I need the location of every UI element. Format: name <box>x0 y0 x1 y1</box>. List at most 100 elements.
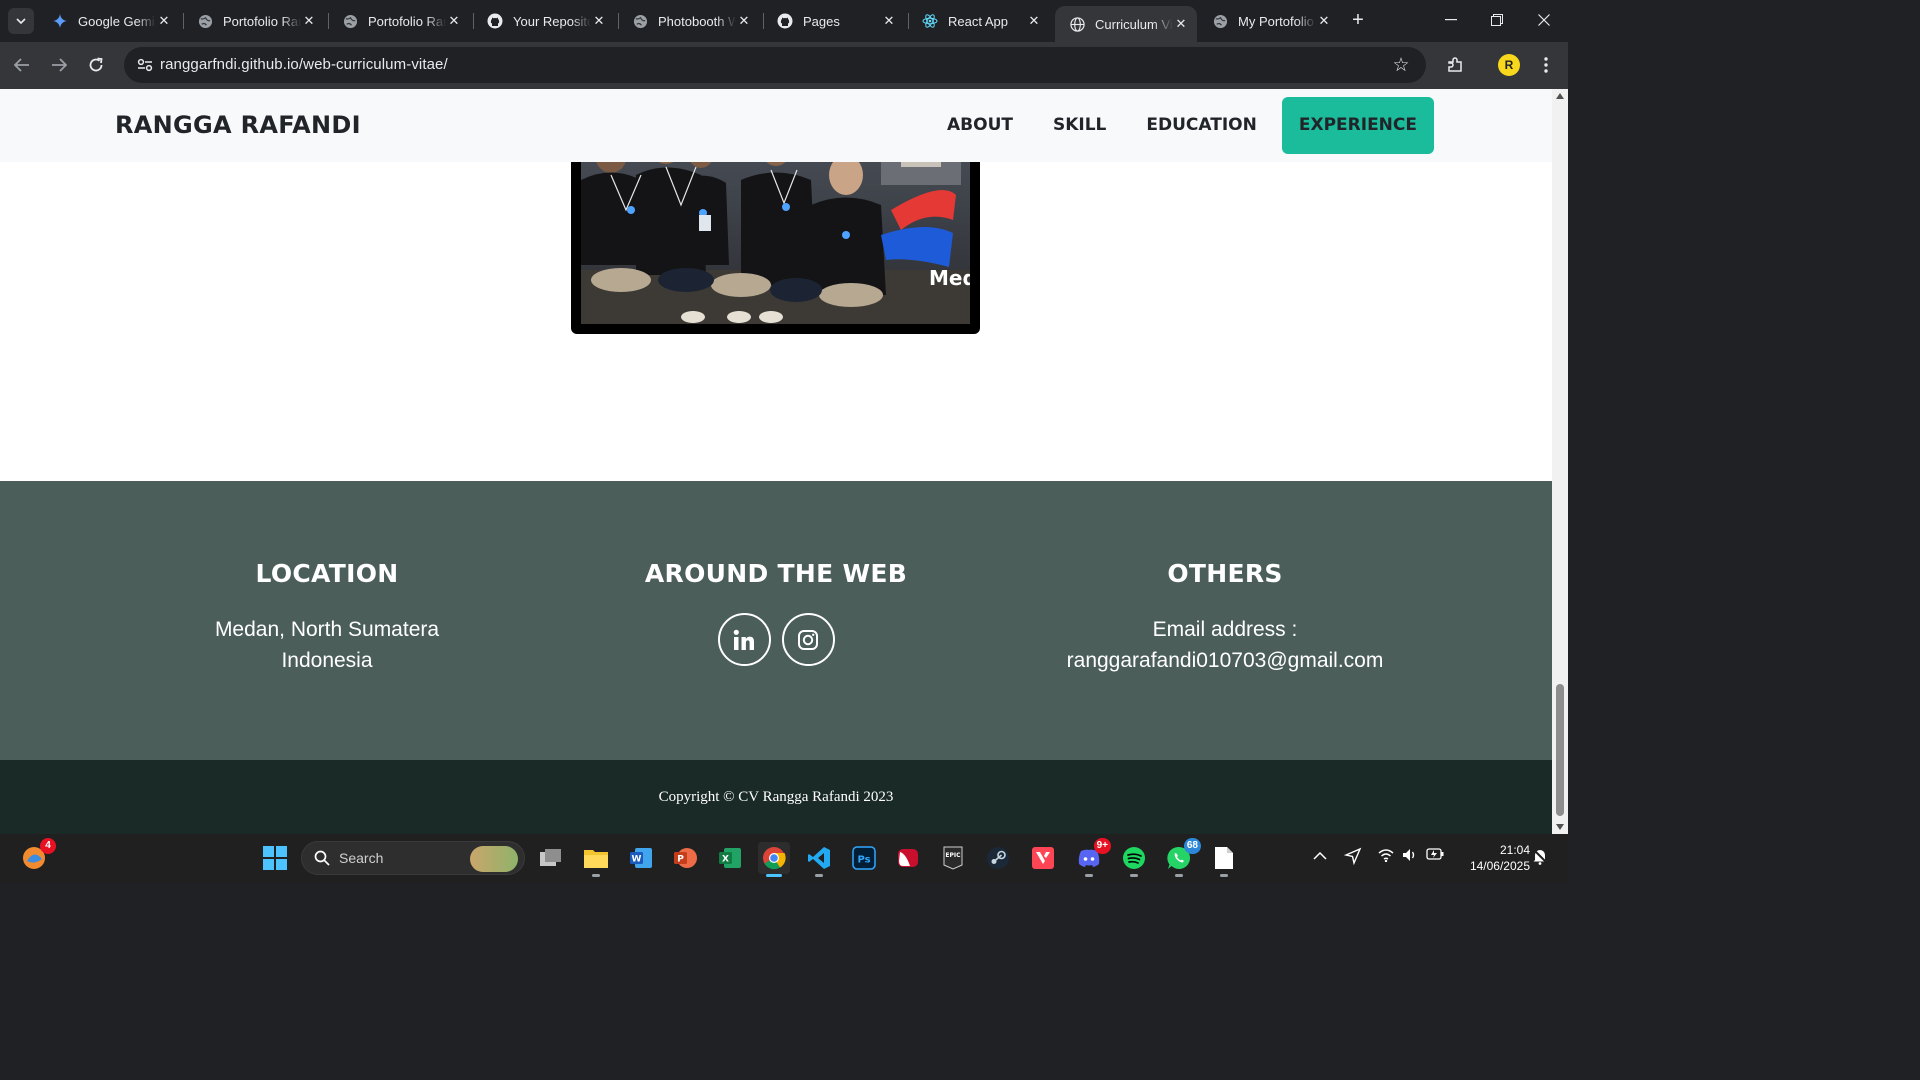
globe-icon <box>1212 13 1228 29</box>
svg-text:W: W <box>632 855 642 865</box>
tab-my-portofolio[interactable]: My Portofolio ✕ <box>1198 6 1340 36</box>
scroll-up-arrow-icon[interactable] <box>1556 93 1564 99</box>
footer-others: OTHERS Email address : ranggarafandi0107… <box>1015 559 1435 676</box>
linkedin-button[interactable] <box>717 613 771 666</box>
app-button-red[interactable] <box>892 842 924 874</box>
spotify-icon <box>1123 847 1145 869</box>
close-icon[interactable]: ✕ <box>736 13 752 29</box>
new-tab-button[interactable]: + <box>1348 10 1368 30</box>
svg-text:Ps: Ps <box>857 855 870 866</box>
tab-search-button[interactable] <box>8 8 34 34</box>
photoshop-button[interactable]: Ps <box>848 842 880 874</box>
wifi-icon[interactable] <box>1378 848 1394 865</box>
word-button[interactable]: W <box>625 842 657 874</box>
nav-about[interactable]: ABOUT <box>927 97 1033 154</box>
extensions-icon[interactable] <box>1443 53 1467 77</box>
tab-title: Curriculum Vitae <box>1095 16 1173 32</box>
close-icon[interactable]: ✕ <box>156 13 172 29</box>
widgets-button[interactable]: 4 <box>18 838 56 874</box>
tab-react-app[interactable]: React App ✕ <box>908 6 1050 36</box>
discord-button[interactable]: 9+ <box>1073 838 1111 877</box>
start-button[interactable] <box>259 842 291 874</box>
tab-title: Your Repositories <box>513 13 591 29</box>
nav-experience[interactable]: EXPERIENCE <box>1281 97 1434 154</box>
minimize-button[interactable] <box>1437 8 1465 32</box>
word-icon: W <box>630 848 652 868</box>
vscode-button[interactable] <box>803 842 835 877</box>
copyright-bar: Copyright © CV Rangga Rafandi 2023 <box>0 760 1552 834</box>
tab-portofolio-rangga-1[interactable]: Portofolio Rangga ✕ <box>183 6 325 36</box>
running-indicator <box>1085 874 1093 877</box>
tab-curriculum-vitae[interactable]: Curriculum Vitae ✕ <box>1055 6 1197 42</box>
close-icon[interactable]: ✕ <box>1316 13 1332 29</box>
chrome-button[interactable] <box>758 842 790 877</box>
close-window-button[interactable] <box>1530 8 1558 32</box>
tab-your-repositories[interactable]: Your Repositories ✕ <box>473 6 615 36</box>
email-address[interactable]: ranggarafandi010703@gmail.com <box>1015 645 1435 676</box>
photo-overlay-text: Med <box>929 266 970 290</box>
scrollbar-thumb[interactable] <box>1556 684 1564 816</box>
running-indicator <box>1220 874 1228 877</box>
browser-toolbar: ranggarfndi.github.io/web-curriculum-vit… <box>0 42 1568 89</box>
windows-logo-icon <box>263 846 287 870</box>
reload-button[interactable] <box>83 52 109 78</box>
running-indicator <box>815 874 823 877</box>
url-text: ranggarfndi.github.io/web-curriculum-vit… <box>160 56 448 73</box>
close-icon[interactable]: ✕ <box>446 13 462 29</box>
battery-icon[interactable] <box>1426 848 1444 863</box>
react-icon <box>922 13 938 29</box>
steam-button[interactable] <box>982 842 1014 874</box>
tab-pages[interactable]: Pages ✕ <box>763 6 905 36</box>
powerpoint-button[interactable]: P <box>669 842 701 874</box>
close-icon[interactable]: ✕ <box>591 13 607 29</box>
task-view-button[interactable] <box>535 842 567 874</box>
close-icon[interactable]: ✕ <box>1026 13 1042 29</box>
system-clock[interactable]: 21:04 14/06/2025 <box>1454 842 1530 874</box>
tab-title: Portofolio Rangga <box>223 13 301 29</box>
close-icon[interactable]: ✕ <box>881 13 897 29</box>
site-navbar: RANGGA RAFANDI ABOUT SKILL EDUCATION EXP… <box>0 89 1552 162</box>
address-bar[interactable]: ranggarfndi.github.io/web-curriculum-vit… <box>124 47 1426 83</box>
taskbar-search-box[interactable]: Search <box>301 841 525 875</box>
scroll-down-arrow-icon[interactable] <box>1556 824 1564 830</box>
excel-button[interactable]: X <box>714 842 746 874</box>
volume-icon[interactable] <box>1402 848 1418 865</box>
site-info-icon[interactable] <box>132 52 158 78</box>
show-hidden-icons-chevron-up-icon[interactable] <box>1313 848 1327 863</box>
back-button[interactable] <box>9 52 35 78</box>
footer-location: LOCATION Medan, North Sumatera Indonesia <box>117 559 537 676</box>
notepad-button[interactable] <box>1208 842 1240 877</box>
menu-kebab-icon[interactable] <box>1534 53 1558 77</box>
page-scrollbar[interactable] <box>1552 89 1568 834</box>
close-icon[interactable]: ✕ <box>301 13 317 29</box>
spotify-button[interactable] <box>1118 842 1150 877</box>
restore-icon <box>1491 14 1503 26</box>
social-links <box>566 613 986 666</box>
whatsapp-badge: 68 <box>1183 838 1201 854</box>
brand-logo[interactable]: RANGGA RAFANDI <box>115 111 361 139</box>
notification-bell-icon[interactable] <box>1531 847 1549 868</box>
epic-games-button[interactable]: EPIC <box>937 842 969 874</box>
valorant-button[interactable] <box>1027 842 1059 874</box>
search-label: Search <box>339 850 384 866</box>
search-icon <box>314 850 330 866</box>
file-explorer-button[interactable] <box>580 842 612 877</box>
nav-education[interactable]: EDUCATION <box>1126 97 1276 154</box>
tab-title: My Portofolio <box>1238 13 1314 29</box>
tab-portofolio-rangga-2[interactable]: Portofolio Rangga ✕ <box>328 6 470 36</box>
profile-avatar[interactable]: R <box>1498 54 1520 76</box>
valorant-icon <box>1032 847 1054 869</box>
nav-skill[interactable]: SKILL <box>1033 97 1126 154</box>
close-icon[interactable]: ✕ <box>1173 16 1189 32</box>
vscode-icon <box>808 847 830 869</box>
instagram-icon <box>798 629 818 650</box>
forward-button[interactable] <box>46 52 72 78</box>
tab-google-gemini[interactable]: Google Gemini ✕ <box>38 6 180 36</box>
location-arrow-icon[interactable] <box>1343 847 1362 868</box>
instagram-button[interactable] <box>781 613 835 666</box>
whatsapp-button[interactable]: 68 <box>1163 838 1201 877</box>
restore-button[interactable] <box>1483 8 1511 32</box>
bookmark-star-icon[interactable]: ☆ <box>1390 54 1412 76</box>
powerpoint-icon: P <box>674 848 697 868</box>
tab-photobooth-web[interactable]: Photobooth Web ✕ <box>618 6 760 36</box>
